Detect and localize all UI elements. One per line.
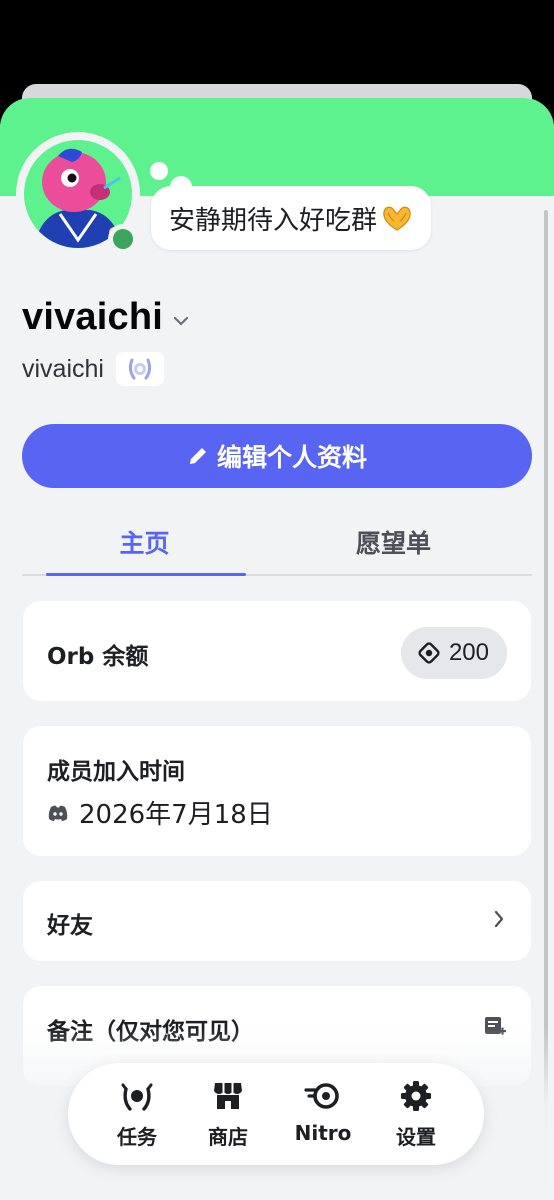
laurel-badge-icon[interactable] [115, 352, 164, 386]
username-row: vivaichi [22, 352, 164, 386]
nav-item-quests[interactable]: 任务 [92, 1079, 182, 1150]
edit-profile-label: 编辑个人资料 [216, 443, 367, 472]
active-tab-indicator [46, 573, 246, 576]
settings-gear-icon [401, 1081, 431, 1111]
orb-balance-card[interactable]: Orb 余额 200 [23, 601, 531, 701]
friends-label: 好友 [47, 913, 93, 939]
tab-wishlist[interactable]: 愿望单 [271, 524, 516, 560]
member-since-date: 2026年7月18日 [79, 800, 273, 830]
nitro-icon [304, 1083, 339, 1109]
shop-icon [214, 1083, 242, 1109]
bubble-tail-dot [150, 162, 168, 180]
nav-label-nitro: Nitro [294, 1121, 352, 1145]
orb-balance-value: 200 [448, 639, 489, 666]
online-status-dot [113, 229, 133, 249]
quests-icon [121, 1083, 153, 1111]
custom-status-bubble[interactable]: 安静期待入好吃群 [151, 186, 432, 250]
display-name: vivaichi [22, 296, 164, 338]
tab-home[interactable]: 主页 [22, 524, 267, 560]
chevron-right-icon [494, 910, 504, 928]
nav-item-nitro[interactable]: Nitro [278, 1079, 368, 1145]
member-since-row: 2026年7月18日 [47, 794, 273, 831]
status-indicator [108, 224, 138, 254]
pencil-icon [189, 448, 206, 464]
orb-balance-pill[interactable]: 200 [400, 627, 507, 679]
heart-hands-emoji-icon [381, 204, 413, 232]
nav-label-settings: 设置 [396, 1125, 436, 1149]
orb-icon [418, 642, 440, 664]
friends-card[interactable]: 好友 [23, 881, 531, 961]
chevron-down-icon[interactable] [173, 315, 189, 327]
bottom-nav-bar: 任务 商店 Nitro 设置 [68, 1063, 484, 1165]
display-name-row[interactable]: vivaichi [22, 296, 189, 339]
nav-label-shop: 商店 [208, 1125, 248, 1149]
profile-tabs: 主页 愿望单 [22, 514, 532, 576]
profile-sheet: 安静期待入好吃群 vivaichi vivaichi 编辑个人资料 主页 愿望单… [0, 98, 554, 1200]
username: vivaichi [22, 354, 104, 383]
member-since-card: 成员加入时间 2026年7月18日 [23, 726, 531, 856]
nav-item-shop[interactable]: 商店 [183, 1079, 273, 1150]
nav-label-quests: 任务 [117, 1125, 157, 1149]
nav-item-settings[interactable]: 设置 [371, 1079, 461, 1150]
orb-balance-label: Orb 余额 [47, 644, 149, 670]
custom-status-text: 安静期待入好吃群 [169, 205, 378, 236]
edit-profile-button[interactable]: 编辑个人资料 [22, 424, 532, 488]
member-since-title: 成员加入时间 [47, 759, 185, 785]
discord-icon [48, 805, 68, 821]
